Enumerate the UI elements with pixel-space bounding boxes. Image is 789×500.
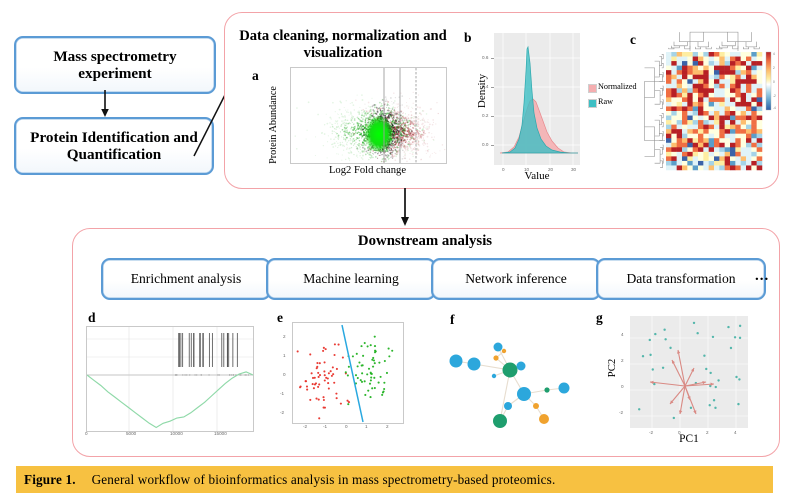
svg-text:-2: -2 — [773, 94, 776, 98]
panel-e-ytick: 1 — [283, 353, 286, 358]
panel-b-legend-swatch-raw — [588, 99, 597, 108]
panel-a-canvas — [294, 68, 446, 163]
upper-panel-title-text: Data cleaning, normalization and visuali… — [239, 28, 447, 62]
panel-g-frame — [630, 316, 748, 428]
workflow-box-mass-spectrometry-label: Mass spectrometry experiment — [53, 47, 177, 82]
panel-a-plot: Protein Abundance Log2 Fold change — [248, 66, 448, 184]
panel-g-xlabel: PC1 — [679, 433, 699, 445]
downstream-box-network-inference[interactable]: Network inference — [431, 258, 601, 300]
caption-body: General workflow of bioinformatics analy… — [91, 472, 556, 487]
panel-e-xtick: 0 — [345, 424, 348, 429]
panel-d-canvas — [86, 327, 254, 431]
panel-e-letter: e — [277, 310, 283, 325]
panel-c-canvas: 4 2 0 -2 -4 — [644, 31, 776, 171]
arrow-upper-to-lower-panel — [401, 188, 409, 226]
panel-e-canvas — [296, 324, 394, 423]
downstream-box-enrichment-analysis-label: Enrichment analysis — [130, 271, 242, 287]
svg-text:-4: -4 — [773, 106, 776, 110]
svg-text:0: 0 — [773, 80, 775, 84]
panel-e-ytick: -2 — [280, 410, 285, 415]
panel-d-xtick: 5000 — [126, 431, 137, 436]
panel-a-frame — [290, 67, 447, 164]
panel-e-ytick: 2 — [283, 334, 286, 339]
downstream-ellipsis: ... — [755, 268, 770, 284]
svg-text:2: 2 — [773, 66, 775, 70]
lower-panel-title: Downstream analysis — [72, 233, 778, 250]
panel-e-plot: -2 -1 0 1 2 2 1 0 -1 -2 — [280, 322, 412, 440]
panel-b-ytick: 0.0 — [482, 142, 489, 147]
panel-f-canvas — [449, 342, 570, 428]
panel-b-frame — [494, 33, 580, 165]
panel-d-xtick: 10000 — [170, 431, 183, 436]
panel-b-legend-label-normalized: Normalized — [598, 82, 637, 91]
panel-b-ytick: 0.6 — [482, 55, 489, 60]
downstream-box-machine-learning-label: Machine learning — [303, 271, 399, 287]
downstream-box-network-inference-label: Network inference — [465, 271, 567, 287]
panel-b-legend-swatch-normalized — [588, 84, 597, 93]
panel-e-ytick: -1 — [280, 391, 285, 396]
panel-b-ylabel: Density — [476, 73, 488, 109]
workflow-box-protein-identification-label: Protein Identification and Quantificatio… — [30, 128, 198, 163]
panel-b-canvas — [494, 33, 580, 165]
panel-b-plot: Density 0.0 0.2 0.4 0.6 0 10 20 30 Value… — [460, 28, 637, 183]
panel-g-ytick: -2 — [619, 410, 624, 415]
panel-b-legend-label-raw: Raw — [598, 97, 614, 106]
downstream-box-data-transformation[interactable]: Data transformation — [596, 258, 766, 300]
panel-e-ytick: 0 — [283, 372, 286, 377]
panel-g-ylabel: PC2 — [606, 358, 618, 378]
panel-e-xtick: -2 — [303, 424, 308, 429]
workflow-box-protein-identification[interactable]: Protein Identification and Quantificatio… — [14, 117, 214, 175]
downstream-box-machine-learning[interactable]: Machine learning — [266, 258, 436, 300]
panel-e-frame — [292, 322, 404, 424]
panel-b-xlabel: Value — [524, 170, 550, 182]
panel-d-letter: d — [88, 310, 96, 325]
panel-f-plot — [438, 320, 583, 442]
upper-panel-title: Data cleaning, normalization and visuali… — [228, 28, 458, 62]
panel-d-xtick: 0 — [85, 431, 88, 436]
svg-text:4: 4 — [773, 52, 775, 56]
lower-panel-title-text: Downstream analysis — [357, 233, 493, 249]
panel-g-ytick: 0 — [621, 384, 624, 389]
panel-b-ytick: 0.2 — [482, 113, 489, 118]
caption-label: Figure 1. — [24, 472, 76, 487]
panel-d-frame — [86, 326, 254, 432]
panel-e-xtick: -1 — [323, 424, 328, 429]
panel-e-xtick: 1 — [365, 424, 368, 429]
arrow-box1-to-box2 — [101, 90, 109, 117]
downstream-box-enrichment-analysis[interactable]: Enrichment analysis — [101, 258, 271, 300]
caption: Figure 1. General workflow of bioinforma… — [24, 469, 769, 491]
panel-a-ylabel: Protein Abundance — [268, 86, 279, 164]
panel-e-xtick: 2 — [386, 424, 389, 429]
panel-c-colorbar: 4 2 0 -2 -4 — [765, 51, 776, 111]
panel-g-canvas — [630, 316, 748, 428]
panel-d-xtick: 15000 — [214, 431, 227, 436]
panel-g-plot: PC2 4 2 0 -2 -2 0 2 4 PC1 — [592, 312, 767, 447]
workflow-box-mass-spectrometry[interactable]: Mass spectrometry experiment — [14, 36, 216, 94]
panel-g-ytick: 2 — [621, 358, 624, 363]
panel-c-plot: 4 2 0 -2 -4 — [640, 30, 780, 185]
panel-c-letter: c — [630, 32, 636, 47]
panel-g-ytick: 4 — [621, 332, 624, 337]
panel-b-ytick: 0.4 — [482, 84, 489, 89]
figure-root: Mass spectrometry experiment Protein Ide… — [0, 0, 789, 500]
downstream-box-data-transformation-label: Data transformation — [626, 271, 736, 287]
panel-d-plot: 0 5000 10000 15000 — [85, 326, 254, 436]
panel-a-xlabel: Log2 Fold change — [328, 165, 407, 176]
